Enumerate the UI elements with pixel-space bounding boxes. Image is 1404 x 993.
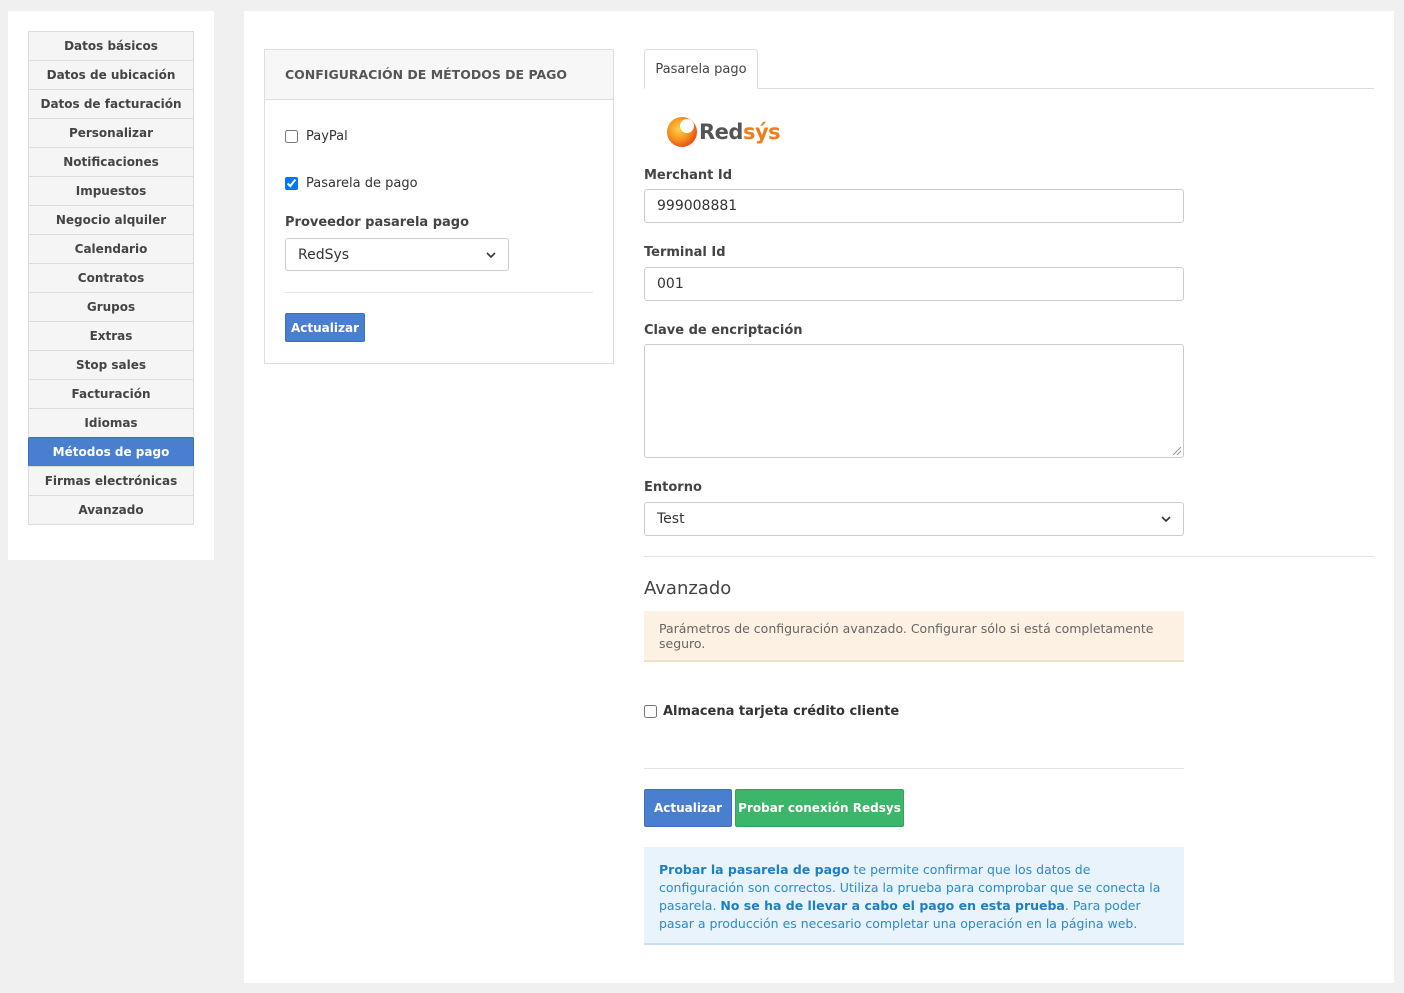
divider: [644, 556, 1374, 557]
nav-item-datos-facturacion[interactable]: Datos de facturación: [28, 89, 194, 119]
environment-select[interactable]: Test: [644, 502, 1184, 536]
encryption-key-label: Clave de encriptación: [644, 323, 803, 338]
provider-select[interactable]: RedSys: [285, 238, 509, 271]
tab-pasarela-pago[interactable]: Pasarela pago: [644, 49, 758, 89]
nav-item-datos-basicos[interactable]: Datos básicos: [28, 31, 194, 61]
main-panel: CONFIGURACIÓN DE MÉTODOS DE PAGO PayPal …: [244, 11, 1394, 983]
nav-item-impuestos[interactable]: Impuestos: [28, 176, 194, 206]
divider: [644, 768, 1184, 769]
nav-item-calendario[interactable]: Calendario: [28, 234, 194, 264]
config-box-title: CONFIGURACIÓN DE MÉTODOS DE PAGO: [265, 50, 613, 100]
settings-nav: Datos básicos Datos de ubicación Datos d…: [28, 31, 194, 525]
payment-methods-config-box: CONFIGURACIÓN DE MÉTODOS DE PAGO PayPal …: [264, 49, 614, 364]
environment-select-value: Test: [657, 511, 685, 527]
nav-item-firmas-electronicas[interactable]: Firmas electrónicas: [28, 466, 194, 496]
chevron-down-icon: [1161, 516, 1171, 523]
config-update-button[interactable]: Actualizar: [285, 313, 365, 342]
nav-item-personalizar[interactable]: Personalizar: [28, 118, 194, 148]
redsys-logo: Redsýs: [666, 116, 781, 148]
paypal-label: PayPal: [306, 129, 348, 144]
redsys-logo-text: Redsýs: [699, 120, 781, 144]
nav-item-notificaciones[interactable]: Notificaciones: [28, 147, 194, 177]
nav-item-negocio-alquiler[interactable]: Negocio alquiler: [28, 205, 194, 235]
advanced-warning-alert: Parámetros de configuración avanzado. Co…: [644, 611, 1184, 662]
nav-item-metodos-pago[interactable]: Métodos de pago: [28, 437, 194, 467]
merchant-id-input[interactable]: 999008881: [644, 189, 1184, 223]
nav-item-stop-sales[interactable]: Stop sales: [28, 350, 194, 380]
gateway-checkbox[interactable]: [285, 177, 298, 190]
nav-item-contratos[interactable]: Contratos: [28, 263, 194, 293]
nav-item-grupos[interactable]: Grupos: [28, 292, 194, 322]
gateway-update-button[interactable]: Actualizar: [644, 789, 732, 827]
resize-grip-icon[interactable]: [1173, 447, 1181, 455]
nav-item-avanzado[interactable]: Avanzado: [28, 495, 194, 525]
gateway-label: Pasarela de pago: [306, 176, 418, 191]
terminal-id-label: Terminal Id: [644, 245, 726, 260]
chevron-down-icon: [486, 251, 496, 258]
divider: [285, 292, 593, 293]
gateway-option[interactable]: Pasarela de pago: [285, 176, 418, 191]
redsys-logo-icon: [667, 117, 697, 147]
paypal-checkbox[interactable]: [285, 130, 298, 143]
info-bold-text: Probar la pasarela de pago: [659, 862, 850, 877]
info-bold-text: No se ha de llevar a cabo el pago en est…: [720, 898, 1065, 913]
nav-item-facturacion[interactable]: Facturación: [28, 379, 194, 409]
encryption-key-textarea[interactable]: [644, 344, 1184, 458]
advanced-section-title: Avanzado: [644, 578, 732, 599]
terminal-id-input[interactable]: 001: [644, 267, 1184, 301]
paypal-option[interactable]: PayPal: [285, 129, 348, 144]
test-redsys-connection-button[interactable]: Probar conexión Redsys: [735, 789, 904, 827]
store-card-option[interactable]: Almacena tarjeta crédito cliente: [644, 704, 899, 719]
sidebar-panel: Datos básicos Datos de ubicación Datos d…: [8, 11, 214, 560]
provider-select-value: RedSys: [298, 246, 350, 263]
merchant-id-label: Merchant Id: [644, 168, 733, 183]
provider-label: Proveedor pasarela pago: [285, 215, 470, 230]
nav-item-datos-ubicacion[interactable]: Datos de ubicación: [28, 60, 194, 90]
nav-item-idiomas[interactable]: Idiomas: [28, 408, 194, 438]
test-info-alert: Probar la pasarela de pago te permite co…: [644, 847, 1184, 945]
store-card-label: Almacena tarjeta crédito cliente: [663, 704, 900, 719]
environment-label: Entorno: [644, 480, 702, 495]
nav-item-extras[interactable]: Extras: [28, 321, 194, 351]
store-card-checkbox[interactable]: [644, 705, 657, 718]
